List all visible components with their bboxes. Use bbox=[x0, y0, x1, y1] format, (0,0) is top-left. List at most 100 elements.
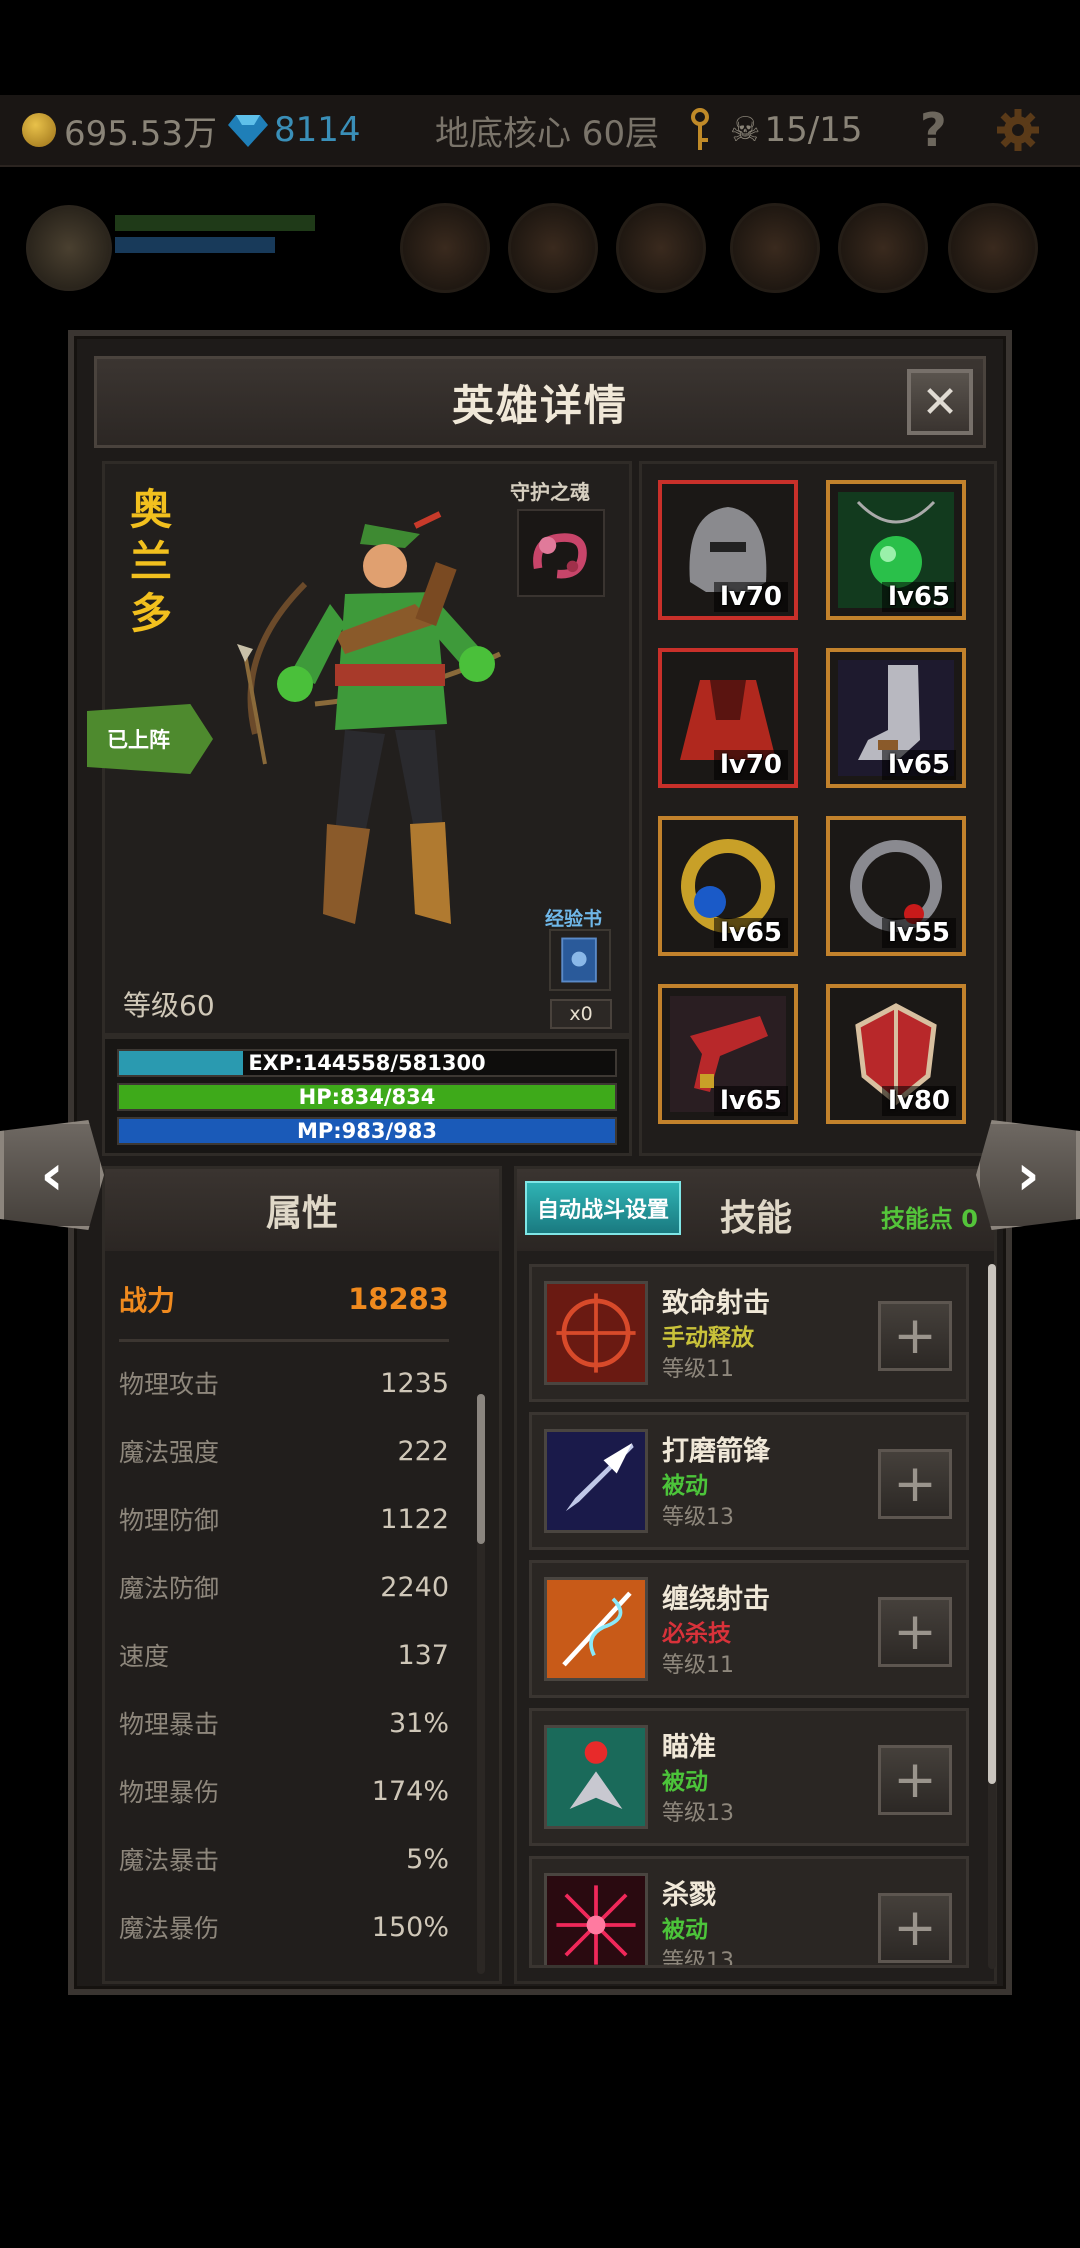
attribute-row: 物理防御 1122 bbox=[119, 1489, 449, 1549]
attribute-label: 物理暴击 bbox=[119, 1710, 220, 1739]
attribute-value: 5% bbox=[406, 1843, 449, 1875]
equipment-slot-gun[interactable]: lv65 bbox=[658, 984, 798, 1124]
skill-level: 等级13 bbox=[662, 1505, 734, 1530]
previous-hero-button[interactable]: ‹ bbox=[0, 1120, 104, 1230]
equipment-slot-ring-blue[interactable]: lv65 bbox=[658, 816, 798, 956]
guardian-soul-label: 守护之魂 bbox=[510, 480, 590, 504]
panel-title: 英雄详情 bbox=[451, 380, 628, 430]
attribute-value: 1122 bbox=[380, 1503, 449, 1535]
attribute-row: 物理攻击 1235 bbox=[119, 1353, 449, 1413]
attributes-panel: 属性 战力 18283 物理攻击 1235 魔法强度 222 物理防御 1122 魔法… bbox=[102, 1166, 502, 1984]
skill-type: 被动 bbox=[662, 1917, 708, 1943]
exp-text: EXP:144558/581300 bbox=[248, 1051, 486, 1075]
book-icon bbox=[561, 937, 597, 983]
attribute-label: 速度 bbox=[119, 1642, 170, 1671]
skill-name: 缠绕射击 bbox=[662, 1584, 770, 1615]
exp-book-label: 经验书 bbox=[545, 908, 603, 930]
equipment-level: lv80 bbox=[881, 1086, 956, 1116]
hero-name: 奥兰多 bbox=[129, 485, 172, 638]
skill-card[interactable]: 缠绕射击 必杀技 等级11 + bbox=[529, 1560, 969, 1698]
skill-type: 手动释放 bbox=[662, 1325, 754, 1351]
equipment-slot-ring-red[interactable]: lv55 bbox=[826, 816, 966, 956]
upgrade-skill-button[interactable]: + bbox=[878, 1597, 952, 1667]
item-slot bbox=[616, 203, 706, 293]
upgrade-skill-button[interactable]: + bbox=[878, 1893, 952, 1963]
skill-card[interactable]: 杀戮 被动 等级13 + bbox=[529, 1856, 969, 1968]
item-slot bbox=[838, 203, 928, 293]
skills-title: 技能 bbox=[720, 1198, 793, 1239]
hero-hp-bar bbox=[115, 215, 315, 231]
crosshair-icon bbox=[544, 1281, 648, 1385]
hp-text: HP:834/834 bbox=[298, 1085, 436, 1109]
attribute-label: 魔法暴伤 bbox=[119, 1914, 220, 1943]
attribute-value: 1235 bbox=[380, 1367, 449, 1399]
hero-figure bbox=[237, 511, 502, 924]
auto-battle-settings-button[interactable]: 自动战斗设置 bbox=[525, 1181, 681, 1235]
skill-name: 打磨箭锋 bbox=[662, 1436, 770, 1467]
next-hero-button[interactable]: › bbox=[976, 1120, 1080, 1230]
scrollbar-thumb[interactable] bbox=[988, 1264, 996, 1784]
equipment-slot-boots[interactable]: lv65 bbox=[826, 648, 966, 788]
skill-type: 被动 bbox=[662, 1473, 708, 1499]
attribute-row: 魔法防御 2240 bbox=[119, 1557, 449, 1617]
gold-value: 695.53万 bbox=[64, 113, 217, 154]
skill-level: 等级13 bbox=[662, 1949, 734, 1968]
gear-icon[interactable] bbox=[995, 107, 1041, 153]
scrollbar-thumb[interactable] bbox=[477, 1394, 485, 1544]
hero-stat-bars: EXP:144558/581300 HP:834/834 MP:983/983 bbox=[102, 1036, 632, 1156]
equipment-slot-helmet[interactable]: lv70 bbox=[658, 480, 798, 620]
attributes-scrollbar[interactable] bbox=[477, 1394, 485, 1974]
skill-card[interactable]: 打磨箭锋 被动 等级13 + bbox=[529, 1412, 969, 1550]
guardian-soul-slot[interactable] bbox=[517, 509, 605, 597]
attribute-value: 31% bbox=[388, 1707, 449, 1739]
equipment-level: lv55 bbox=[881, 918, 956, 948]
attribute-row: 物理暴击 31% bbox=[119, 1693, 449, 1753]
upgrade-skill-button[interactable]: + bbox=[878, 1745, 952, 1815]
equipment-level: lv65 bbox=[881, 750, 956, 780]
attribute-label: 魔法防御 bbox=[119, 1574, 220, 1603]
skill-name: 瞄准 bbox=[662, 1732, 716, 1763]
attribute-label: 魔法暴击 bbox=[119, 1846, 220, 1875]
equipment-level: lv70 bbox=[713, 582, 788, 612]
slaughter-icon bbox=[544, 1873, 648, 1965]
top-status-bar: 695.53万 8114 地底核心 60层 ☠ 15/15 ? bbox=[0, 95, 1080, 167]
skill-level: 等级11 bbox=[662, 1357, 734, 1382]
exp-book-slot[interactable] bbox=[549, 929, 611, 991]
skill-card[interactable]: 致命射击 手动释放 等级11 + bbox=[529, 1264, 969, 1402]
skills-panel: 自动战斗设置 技能 技能点 0 致命射击 手动释放 等级11 + 打磨箭锋 被动… bbox=[514, 1166, 997, 1984]
divider bbox=[119, 1339, 449, 1342]
aim-icon bbox=[544, 1725, 648, 1829]
hero-detail-panel: 英雄详情 ✕ 奥兰多 守护之魂 已上阵 经验书 x0 等级60 EXP:1445… bbox=[68, 330, 1012, 1995]
equipment-level: lv65 bbox=[713, 1086, 788, 1116]
hero-mp-bar bbox=[115, 237, 275, 253]
deployed-badge: 已上阵 bbox=[87, 704, 213, 774]
guardian-creature-icon bbox=[533, 533, 587, 579]
attributes-header: 属性 bbox=[105, 1169, 499, 1251]
attribute-value: 222 bbox=[397, 1435, 449, 1467]
diamond-icon bbox=[228, 115, 268, 147]
attribute-row: 物理暴伤 174% bbox=[119, 1761, 449, 1821]
equipment-level: lv65 bbox=[713, 918, 788, 948]
equipment-grid: lv70 lv65 lv70 lv65 lv65 lv55 lv65 lv80 bbox=[639, 461, 997, 1156]
item-slot bbox=[730, 203, 820, 293]
attribute-value: 2240 bbox=[380, 1571, 449, 1603]
attribute-label: 物理防御 bbox=[119, 1506, 220, 1535]
skull-icon: ☠ bbox=[730, 110, 761, 150]
equipment-slot-amulet[interactable]: lv65 bbox=[826, 480, 966, 620]
item-slot bbox=[948, 203, 1038, 293]
combat-power-row: 战力 18283 bbox=[119, 1269, 449, 1329]
combat-power-value: 18283 bbox=[348, 1282, 449, 1316]
upgrade-skill-button[interactable]: + bbox=[878, 1301, 952, 1371]
help-button[interactable]: ? bbox=[920, 103, 947, 157]
equipment-slot-shield[interactable]: lv80 bbox=[826, 984, 966, 1124]
hero-level: 等级60 bbox=[123, 989, 215, 1022]
equipment-slot-cloak[interactable]: lv70 bbox=[658, 648, 798, 788]
equipment-level: lv65 bbox=[881, 582, 956, 612]
combat-power-label: 战力 bbox=[119, 1284, 176, 1317]
skills-scrollbar[interactable] bbox=[988, 1264, 996, 1969]
close-button[interactable]: ✕ bbox=[907, 369, 973, 435]
skill-name: 杀戮 bbox=[662, 1880, 716, 1911]
skill-card[interactable]: 瞄准 被动 等级13 + bbox=[529, 1708, 969, 1846]
upgrade-skill-button[interactable]: + bbox=[878, 1449, 952, 1519]
attribute-row: 魔法暴击 5% bbox=[119, 1829, 449, 1889]
